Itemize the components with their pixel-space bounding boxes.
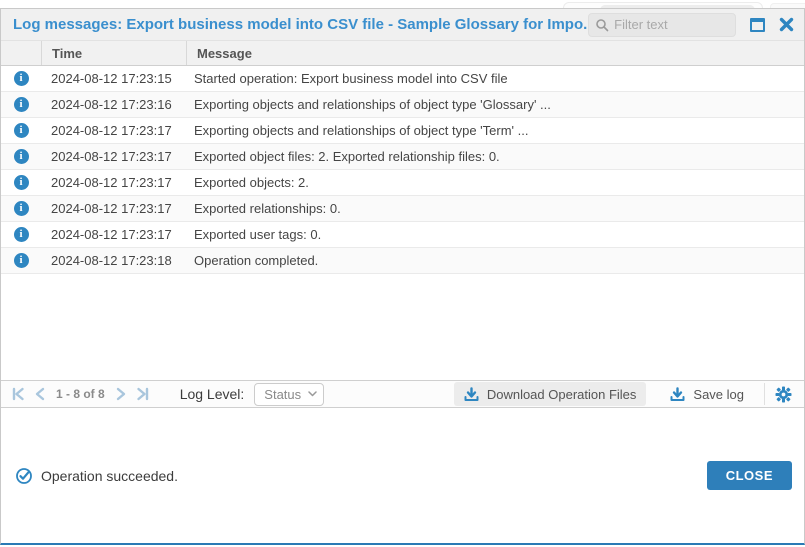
info-icon: i: [14, 149, 29, 164]
download-operation-files-button[interactable]: Download Operation Files: [454, 382, 647, 406]
row-time: 2024-08-12 17:23:17: [41, 227, 186, 242]
row-time: 2024-08-12 17:23:15: [41, 71, 186, 86]
search-icon: [595, 18, 609, 32]
row-icon-cell: i: [1, 175, 41, 190]
info-icon: i: [14, 227, 29, 242]
row-time: 2024-08-12 17:23:17: [41, 123, 186, 138]
row-message: Exported user tags: 0.: [186, 227, 804, 242]
info-icon: i: [14, 123, 29, 138]
info-icon: i: [14, 253, 29, 268]
filter-input[interactable]: [614, 17, 729, 32]
table-row[interactable]: i 2024-08-12 17:23:18Operation completed.: [1, 248, 804, 274]
table-row[interactable]: i 2024-08-12 17:23:17Exported relationshi…: [1, 196, 804, 222]
save-log-button[interactable]: Save log: [660, 382, 754, 406]
log-level-value: Status: [264, 387, 301, 402]
table-row[interactable]: i 2024-08-12 17:23:15Started operation: E…: [1, 66, 804, 92]
page-behind-dialog: [0, 0, 805, 8]
info-icon: i: [14, 97, 29, 112]
dialog-footer: Operation succeeded. CLOSE: [1, 408, 804, 543]
row-message: Exported relationships: 0.: [186, 201, 804, 216]
row-time: 2024-08-12 17:23:17: [41, 175, 186, 190]
info-icon: i: [14, 71, 29, 86]
row-icon-cell: i: [1, 71, 41, 86]
column-icon: [1, 41, 41, 65]
pagination-toolbar: 1 - 8 of 8 Log Level: Status Download Op…: [1, 380, 804, 408]
log-level-label: Log Level:: [180, 386, 245, 402]
row-time: 2024-08-12 17:23:17: [41, 201, 186, 216]
filter-box[interactable]: [588, 13, 736, 37]
table-row[interactable]: i 2024-08-12 17:23:16Exporting objects an…: [1, 92, 804, 118]
row-message: Exporting objects and relationships of o…: [186, 123, 804, 138]
save-log-label: Save log: [693, 387, 744, 402]
toolbar-divider: [764, 383, 765, 405]
column-time[interactable]: Time: [41, 41, 186, 65]
row-message: Exported object files: 2. Exported relat…: [186, 149, 804, 164]
download-operation-files-label: Download Operation Files: [487, 387, 637, 402]
close-button[interactable]: CLOSE: [707, 461, 792, 490]
row-message: Operation completed.: [186, 253, 804, 268]
row-time: 2024-08-12 17:23:16: [41, 97, 186, 112]
close-icon[interactable]: [779, 17, 794, 32]
table-row[interactable]: i 2024-08-12 17:23:17Exporting objects an…: [1, 118, 804, 144]
log-level-select[interactable]: Status: [254, 383, 324, 406]
next-page-icon[interactable]: [111, 387, 131, 401]
download-icon: [464, 387, 479, 402]
row-icon-cell: i: [1, 253, 41, 268]
row-time: 2024-08-12 17:23:17: [41, 149, 186, 164]
previous-page-icon[interactable]: [30, 387, 50, 401]
table-row[interactable]: i 2024-08-12 17:23:17Exported user tags: …: [1, 222, 804, 248]
status-text: Operation succeeded.: [41, 468, 178, 484]
download-icon: [670, 387, 685, 402]
dialog-title: Log messages: Export business model into…: [13, 16, 588, 33]
row-icon-cell: i: [1, 149, 41, 164]
row-message: Exported objects: 2.: [186, 175, 804, 190]
row-icon-cell: i: [1, 227, 41, 242]
row-time: 2024-08-12 17:23:18: [41, 253, 186, 268]
gear-icon[interactable]: [773, 386, 794, 403]
operation-status: Operation succeeded.: [15, 467, 178, 485]
table-row[interactable]: i 2024-08-12 17:23:17Exported objects: 2.: [1, 170, 804, 196]
log-messages-dialog: Log messages: Export business model into…: [0, 8, 805, 545]
info-icon: i: [14, 175, 29, 190]
table-header: Time Message: [1, 41, 804, 66]
last-page-icon[interactable]: [131, 387, 154, 401]
page-range-label: 1 - 8 of 8: [56, 387, 105, 401]
info-icon: i: [14, 201, 29, 216]
check-circle-icon: [15, 467, 33, 485]
dialog-titlebar: Log messages: Export business model into…: [1, 9, 804, 41]
row-icon-cell: i: [1, 97, 41, 112]
row-message: Exporting objects and relationships of o…: [186, 97, 804, 112]
table-row[interactable]: i 2024-08-12 17:23:17Exported object file…: [1, 144, 804, 170]
row-message: Started operation: Export business model…: [186, 71, 804, 86]
row-icon-cell: i: [1, 123, 41, 138]
chevron-down-icon: [308, 391, 317, 397]
first-page-icon[interactable]: [7, 387, 30, 401]
row-icon-cell: i: [1, 201, 41, 216]
maximize-icon[interactable]: [750, 18, 765, 32]
log-table-body: i 2024-08-12 17:23:15Started operation: E…: [1, 66, 804, 380]
column-message[interactable]: Message: [186, 41, 804, 65]
